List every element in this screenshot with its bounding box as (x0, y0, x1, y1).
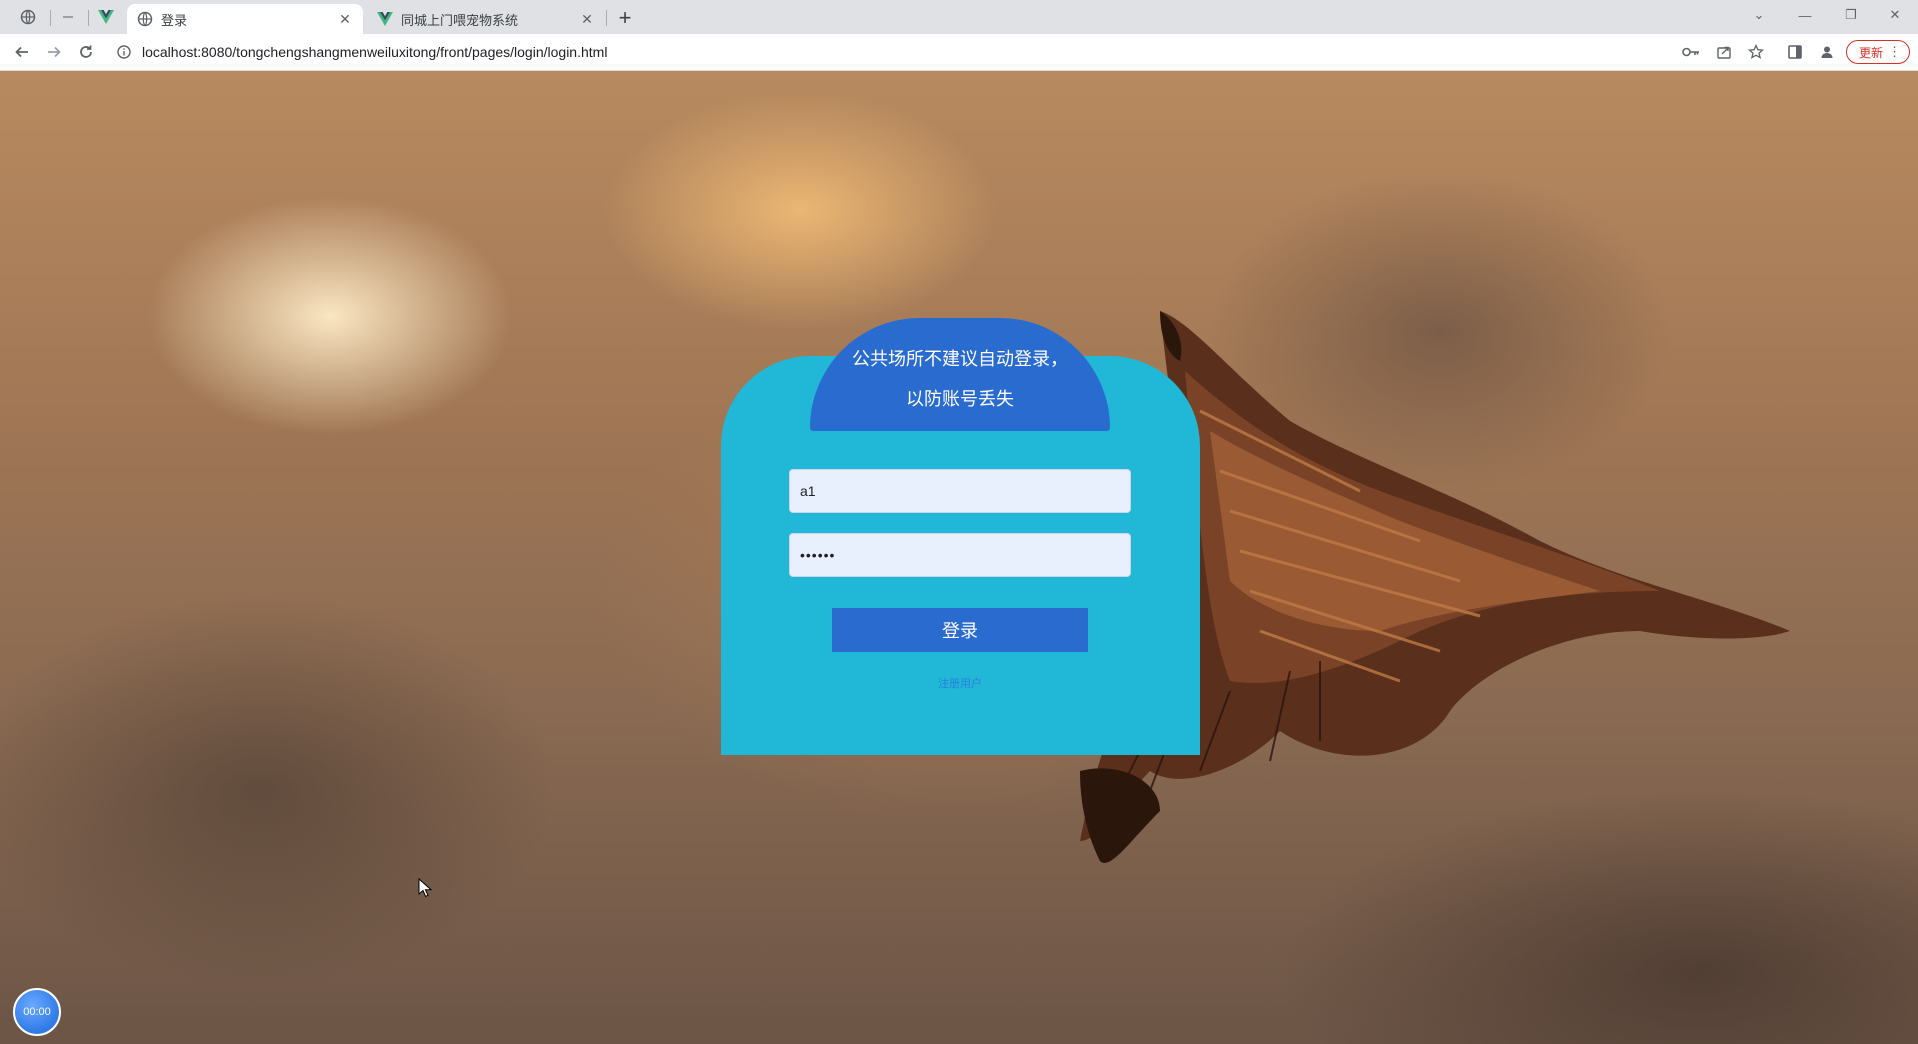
plus-icon: + (618, 5, 632, 30)
arrow-left-icon (15, 46, 28, 58)
reload-icon (80, 45, 92, 58)
floating-timer-badge[interactable]: 00:00 (13, 988, 61, 1036)
username-input[interactable]: a1 (789, 469, 1131, 513)
minimize-icon: — (1798, 7, 1812, 23)
restore-button[interactable]: ❐ (1828, 0, 1874, 30)
arrow-right-icon (48, 46, 61, 58)
tab-separator (88, 10, 89, 26)
password-input[interactable]: •••••• (789, 533, 1131, 577)
star-icon (1748, 44, 1764, 59)
more-menu-icon: ⋮ (1888, 44, 1901, 59)
address-bar[interactable]: localhost:8080/tongchengshangmenweiluxit… (108, 37, 1670, 67)
minimize-button[interactable]: — (1782, 0, 1828, 30)
login-button[interactable]: 登录 (832, 608, 1088, 652)
close-icon[interactable]: ✕ (579, 11, 595, 27)
forward-button[interactable] (40, 38, 68, 66)
login-notice-text: 公共场所不建议自动登录，以防账号丢失 (852, 348, 1068, 409)
password-key-button[interactable] (1677, 38, 1705, 66)
profile-icon (1821, 46, 1833, 58)
back-button[interactable] (8, 38, 36, 66)
pinned-tab-globe[interactable] (16, 4, 40, 30)
share-button[interactable] (1710, 38, 1738, 66)
key-icon (1682, 47, 1699, 57)
share-icon (1717, 46, 1731, 59)
reload-button[interactable] (72, 38, 100, 66)
update-label: 更新 (1859, 45, 1884, 60)
vue-logo-icon (98, 10, 114, 24)
mouse-cursor-icon (418, 878, 432, 897)
close-icon: ✕ (1889, 7, 1901, 22)
tab-search-button[interactable]: ⌄ (1736, 0, 1782, 30)
chevron-down-icon: ⌄ (1753, 7, 1765, 22)
tab-separator (50, 10, 51, 26)
pinned-tab-vue[interactable] (94, 4, 118, 30)
profile-button[interactable] (1813, 38, 1841, 66)
tab-title: 同城上门喂宠物系统 (401, 12, 519, 28)
tab-title: 登录 (161, 12, 188, 28)
tab-pet-system[interactable]: 同城上门喂宠物系统 ✕ (367, 4, 605, 34)
side-panel-button[interactable] (1781, 38, 1809, 66)
info-icon[interactable] (114, 45, 134, 59)
url-text: localhost:8080/tongchengshangmenweiluxit… (142, 44, 608, 60)
tab-separator (606, 10, 607, 26)
browser-toolbar: localhost:8080/tongchengshangmenweiluxit… (0, 34, 1918, 71)
globe-icon (137, 11, 153, 27)
page-background: 公共场所不建议自动登录，以防账号丢失 a1 •••••• 登录 注册用户 00:… (0, 71, 1918, 1044)
new-tab-button[interactable]: + (612, 5, 638, 31)
restore-icon: ❐ (1845, 7, 1857, 22)
side-panel-icon (1788, 45, 1802, 59)
register-link[interactable]: 注册用户 (880, 675, 1040, 691)
close-icon[interactable]: ✕ (337, 11, 353, 27)
vue-logo-icon (377, 11, 393, 27)
update-button[interactable]: 更新 ⋮ (1846, 40, 1910, 64)
bookmark-button[interactable] (1742, 38, 1770, 66)
tab-strip: 登录 ✕ 同城上门喂宠物系统 ✕ + ⌄ — ❐ ✕ (0, 0, 1918, 34)
pinned-tab-blank[interactable] (56, 4, 80, 30)
close-window-button[interactable]: ✕ (1872, 0, 1918, 30)
tab-login[interactable]: 登录 ✕ (127, 4, 363, 34)
globe-icon (20, 9, 36, 25)
blank-page-icon (63, 16, 73, 18)
